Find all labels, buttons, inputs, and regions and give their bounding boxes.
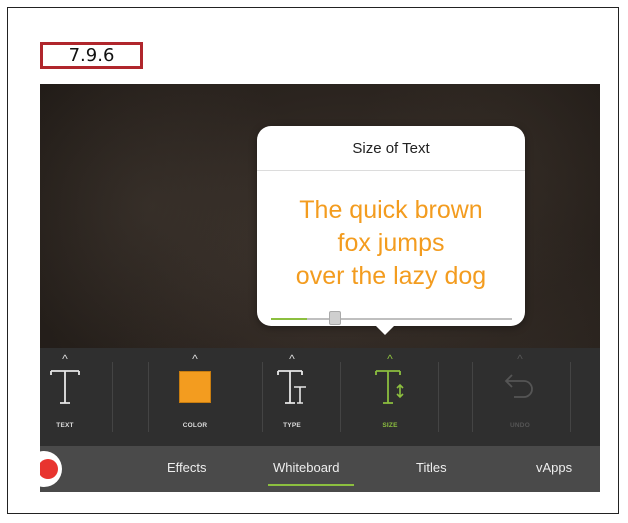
section-label: 7.9.6: [40, 42, 143, 69]
tool-label: TYPE: [283, 422, 301, 429]
tool-label: COLOR: [182, 422, 208, 429]
divider: [148, 362, 149, 432]
tool-type[interactable]: ^ TYPE: [257, 348, 327, 446]
record-icon: [40, 459, 58, 479]
popover-arrow: [374, 324, 396, 335]
tool-undo[interactable]: ^ UNDO: [485, 348, 555, 446]
caret-up-icon: ^: [517, 352, 523, 366]
size-slider[interactable]: [271, 318, 512, 320]
divider: [112, 362, 113, 432]
tab-whiteboard[interactable]: Whiteboard: [273, 460, 339, 475]
size-slider-thumb[interactable]: [329, 311, 341, 325]
caret-up-icon: ^: [62, 352, 68, 366]
tool-text[interactable]: ^ TEXT: [40, 348, 100, 446]
divider: [472, 362, 473, 432]
tool-partial[interactable]: EX: [576, 348, 600, 446]
preview-line: fox jumps: [337, 229, 445, 257]
color-swatch-icon: [179, 366, 211, 408]
divider: [438, 362, 439, 432]
text-size-popover: Size of Text The quick brown fox jumps o…: [257, 126, 525, 326]
preview-line: The quick brown: [299, 196, 483, 224]
record-button[interactable]: [40, 451, 62, 487]
tool-bar: ^ TEXT ^ COLOR ^ TYPE ^ SIZE ^ UNDO: [40, 348, 600, 446]
tab-titles[interactable]: Titles: [416, 460, 447, 475]
divider: [340, 362, 341, 432]
caret-up-icon: ^: [387, 352, 393, 366]
text-icon: [47, 366, 83, 408]
caret-up-icon: ^: [192, 352, 198, 366]
popover-title: Size of Text: [257, 126, 525, 171]
text-size-preview: The quick brown fox jumps over the lazy …: [257, 194, 525, 293]
tool-label: SIZE: [382, 422, 398, 429]
divider: [570, 362, 571, 432]
app-screen: Size of Text The quick brown fox jumps o…: [40, 84, 600, 492]
tool-label: UNDO: [510, 422, 530, 429]
tab-vapps[interactable]: vApps: [536, 460, 572, 475]
active-tab-indicator: [268, 484, 354, 486]
size-slider-fill: [271, 318, 307, 320]
undo-icon: [502, 366, 538, 408]
type-icon: [274, 366, 310, 408]
preview-line: over the lazy dog: [295, 262, 487, 290]
tool-label: TEXT: [56, 422, 74, 429]
tool-size[interactable]: ^ SIZE: [355, 348, 425, 446]
bottom-nav: Effects Whiteboard Titles vApps: [40, 446, 600, 492]
tool-color[interactable]: ^ COLOR: [160, 348, 230, 446]
caret-up-icon: ^: [289, 352, 295, 366]
size-icon: [372, 366, 408, 408]
tab-effects[interactable]: Effects: [167, 460, 207, 475]
